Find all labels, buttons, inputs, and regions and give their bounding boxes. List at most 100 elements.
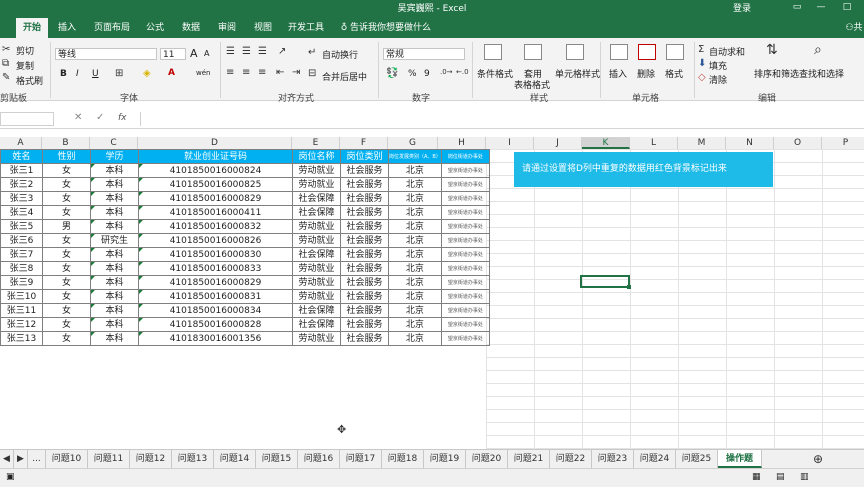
- increase-indent-icon[interactable]: ⇥: [292, 67, 300, 78]
- column-header-j[interactable]: J: [534, 137, 582, 149]
- sheet-tab[interactable]: 问题18: [382, 450, 424, 468]
- table-cell[interactable]: 北京: [388, 177, 442, 192]
- number-format-select[interactable]: 常规: [383, 48, 465, 60]
- tab-home[interactable]: 开始: [16, 18, 48, 38]
- table-cell[interactable]: 劳动就业: [292, 177, 341, 192]
- table-cell[interactable]: 劳动就业: [292, 261, 341, 276]
- table-cell[interactable]: 望京街道办事处: [440, 317, 490, 332]
- share-button[interactable]: ⚇共: [844, 18, 864, 38]
- table-cell[interactable]: 社会服务: [340, 289, 389, 304]
- table-cell[interactable]: 张三12: [0, 317, 43, 332]
- autosum-button[interactable]: 自动求和: [709, 45, 745, 58]
- prev-sheet-icon[interactable]: ◀: [0, 450, 14, 468]
- table-cell[interactable]: 北京: [388, 275, 442, 290]
- align-left-icon[interactable]: ≡: [226, 67, 234, 78]
- wrap-text-icon[interactable]: ↵: [308, 47, 316, 58]
- sheet-tab[interactable]: 问题13: [172, 450, 214, 468]
- column-header-h[interactable]: H: [438, 137, 486, 149]
- table-cell[interactable]: 张三10: [0, 289, 43, 304]
- table-cell[interactable]: 4101850016000830: [138, 247, 293, 262]
- table-cell[interactable]: 社会服务: [340, 191, 389, 206]
- table-cell[interactable]: 4101850016000834: [138, 303, 293, 318]
- tab-view[interactable]: 视图: [248, 18, 278, 38]
- column-header-f[interactable]: F: [340, 137, 388, 149]
- table-cell[interactable]: 社会服务: [340, 233, 389, 248]
- table-cell[interactable]: 男: [42, 219, 91, 234]
- table-cell[interactable]: 劳动就业: [292, 275, 341, 290]
- table-cell[interactable]: 劳动就业: [292, 331, 341, 346]
- autosum-icon[interactable]: Σ: [698, 44, 704, 55]
- column-header-n[interactable]: N: [726, 137, 774, 149]
- table-cell[interactable]: 社会服务: [340, 205, 389, 220]
- table-cell[interactable]: 社会服务: [340, 331, 389, 346]
- table-cell[interactable]: 望京街道办事处: [440, 219, 490, 234]
- header-cell[interactable]: 性别: [42, 149, 91, 164]
- table-cell[interactable]: 北京: [388, 205, 442, 220]
- header-cell[interactable]: 就业创业证号码: [138, 149, 293, 164]
- macro-record-icon[interactable]: ▣: [6, 472, 15, 482]
- table-cell[interactable]: 望京街道办事处: [440, 177, 490, 192]
- table-cell[interactable]: 北京: [388, 289, 442, 304]
- table-cell[interactable]: 本科: [90, 331, 139, 346]
- page-break-view-icon[interactable]: ▥: [800, 472, 809, 482]
- table-cell[interactable]: 社会服务: [340, 247, 389, 262]
- login-link[interactable]: 登录: [733, 1, 751, 14]
- tell-me-box[interactable]: 告诉我你想要做什么: [350, 18, 440, 38]
- sheet-tab[interactable]: 问题20: [466, 450, 508, 468]
- table-cell[interactable]: 北京: [388, 247, 442, 262]
- header-cell[interactable]: 岗位名称: [292, 149, 341, 164]
- add-sheet-icon[interactable]: ⊕: [808, 450, 828, 468]
- table-cell[interactable]: 望京街道办事处: [440, 247, 490, 262]
- align-center-icon[interactable]: ≡: [242, 67, 250, 78]
- table-cell[interactable]: 张三3: [0, 191, 43, 206]
- header-cell[interactable]: 岗位街道办事处: [440, 149, 490, 164]
- font-name-select[interactable]: 等线: [55, 48, 157, 60]
- table-cell[interactable]: 本科: [90, 191, 139, 206]
- copy-button[interactable]: 复制: [16, 59, 34, 72]
- table-cell[interactable]: 张三4: [0, 205, 43, 220]
- ribbon-options-icon[interactable]: ▭: [788, 0, 806, 14]
- table-cell[interactable]: 女: [42, 233, 91, 248]
- currency-icon[interactable]: 💱: [386, 68, 398, 79]
- table-cell[interactable]: 本科: [90, 289, 139, 304]
- grow-font-button[interactable]: A: [190, 47, 198, 60]
- name-box[interactable]: [0, 112, 54, 126]
- fill-button[interactable]: 填充: [709, 59, 727, 72]
- table-cell[interactable]: 研究生: [90, 233, 139, 248]
- delete-cells-button[interactable]: 删除: [637, 67, 655, 80]
- eraser-icon[interactable]: ◇: [698, 72, 706, 83]
- table-cell[interactable]: 社会保障: [292, 247, 341, 262]
- sheet-tab[interactable]: 问题11: [88, 450, 130, 468]
- table-cell[interactable]: 劳动就业: [292, 233, 341, 248]
- column-header-l[interactable]: L: [630, 137, 678, 149]
- column-header-p[interactable]: P: [822, 137, 864, 149]
- table-cell[interactable]: 北京: [388, 191, 442, 206]
- insert-cells-icon[interactable]: [610, 44, 628, 60]
- header-cell[interactable]: 学历: [90, 149, 139, 164]
- worksheet-grid[interactable]: 姓名 性别 学历 就业创业证号码 岗位名称 岗位类别 岗位发展类别（A、B） 岗位街道办事处张…: [0, 149, 864, 449]
- table-cell[interactable]: 4101850016000828: [138, 317, 293, 332]
- table-cell[interactable]: 北京: [388, 331, 442, 346]
- tab-developer[interactable]: 开发工具: [284, 18, 328, 38]
- page-layout-view-icon[interactable]: ▤: [776, 472, 785, 482]
- table-cell[interactable]: 4101850016000829: [138, 275, 293, 290]
- column-header-g[interactable]: G: [388, 137, 438, 149]
- table-cell[interactable]: 4101850016000829: [138, 191, 293, 206]
- header-cell[interactable]: 姓名: [0, 149, 43, 164]
- table-cell[interactable]: 4101850016000825: [138, 177, 293, 192]
- more-sheets-button[interactable]: ...: [28, 450, 46, 468]
- format-cells-button[interactable]: 格式: [665, 67, 683, 80]
- table-cell[interactable]: 女: [42, 275, 91, 290]
- clear-button[interactable]: 清除: [709, 73, 727, 86]
- table-cell[interactable]: 本科: [90, 261, 139, 276]
- table-cell[interactable]: 本科: [90, 275, 139, 290]
- tab-data[interactable]: 数据: [176, 18, 206, 38]
- tab-formulas[interactable]: 公式: [140, 18, 170, 38]
- table-cell[interactable]: 张三2: [0, 177, 43, 192]
- sheet-tab[interactable]: 问题24: [634, 450, 676, 468]
- table-cell[interactable]: 张三6: [0, 233, 43, 248]
- table-cell[interactable]: 4101850016000411: [138, 205, 293, 220]
- table-cell[interactable]: 劳动就业: [292, 289, 341, 304]
- table-cell[interactable]: 张三1: [0, 163, 43, 178]
- table-cell[interactable]: 望京街道办事处: [440, 233, 490, 248]
